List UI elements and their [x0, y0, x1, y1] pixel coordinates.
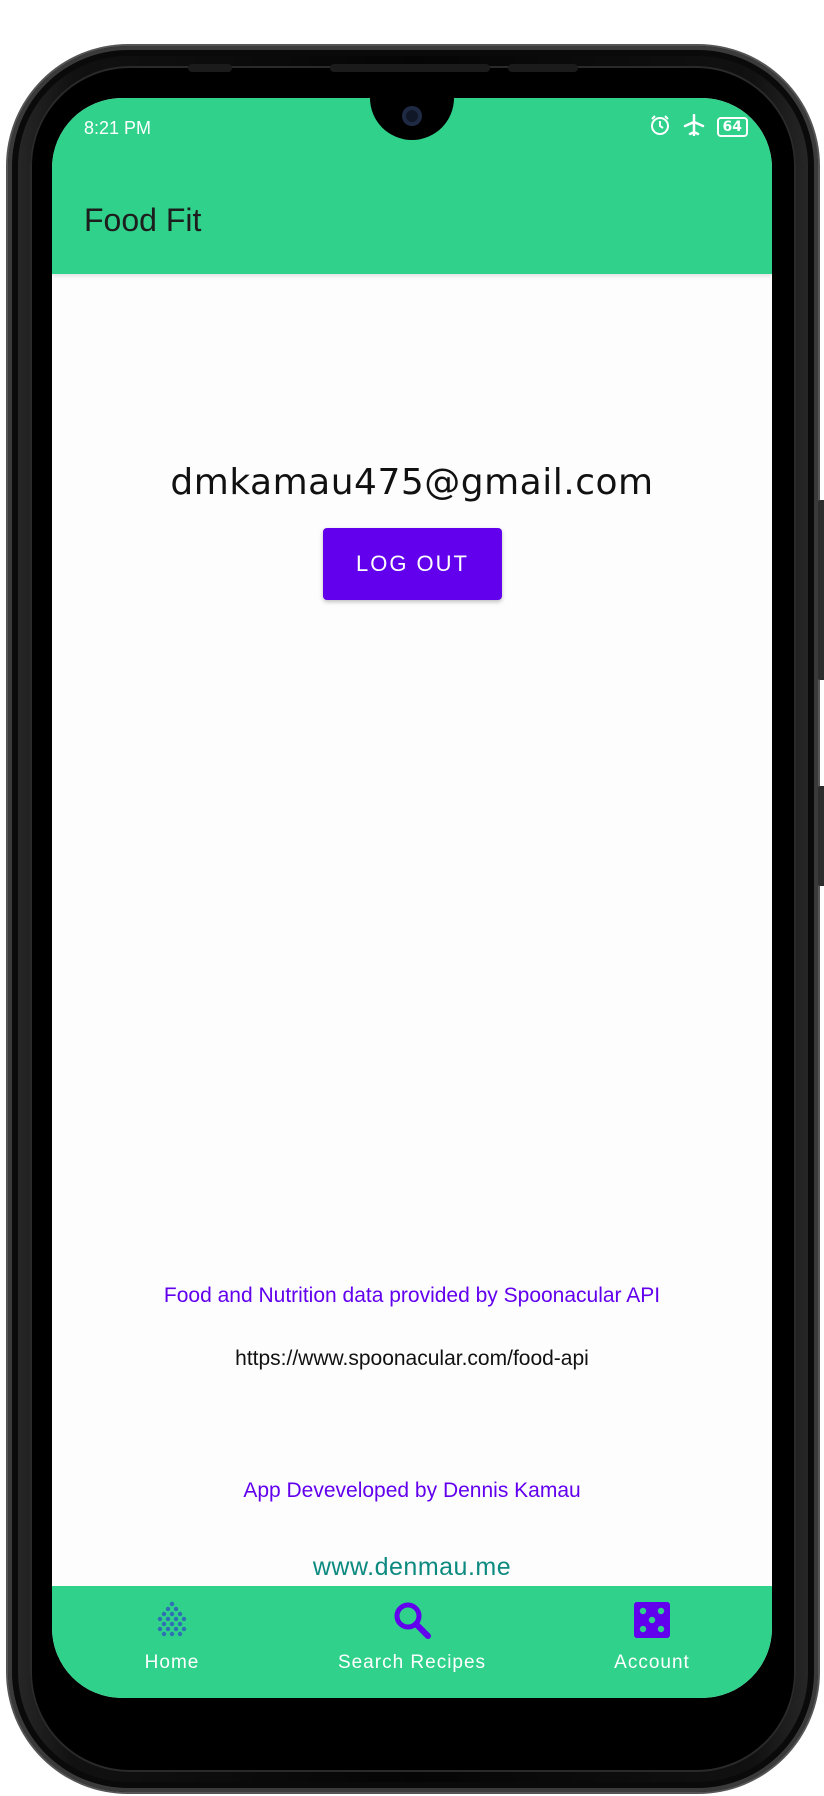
- sensor-right: [508, 64, 578, 72]
- power-button: [818, 786, 824, 886]
- sensor: [188, 64, 232, 72]
- nav-label-home: Home: [144, 1652, 200, 1673]
- nav-item-home[interactable]: Home: [52, 1586, 292, 1698]
- api-credit-text: Food and Nutrition data provided by Spoo…: [163, 1284, 661, 1307]
- search-icon: [390, 1598, 434, 1642]
- nav-item-account[interactable]: Account: [532, 1586, 772, 1698]
- nav-label-account: Account: [614, 1652, 690, 1673]
- airplane-icon: [683, 113, 705, 140]
- logout-button[interactable]: LOG OUT: [323, 528, 502, 600]
- alarm-icon: [649, 114, 671, 140]
- earpiece: [330, 64, 490, 72]
- developer-website-link[interactable]: www.denmau.me: [52, 1553, 772, 1582]
- status-icons: 64: [649, 113, 748, 140]
- diamond-dots-icon: [150, 1598, 194, 1642]
- screen: 8:21 PM 64 Food Fit dmkamau475@gmail.com…: [52, 98, 772, 1698]
- battery-indicator: 64: [716, 117, 748, 137]
- status-time: 8:21 PM: [84, 118, 152, 138]
- bottom-navigation: Home Search Recipes Account: [52, 1586, 772, 1698]
- api-url-link[interactable]: https://www.spoonacular.com/food-api: [52, 1347, 772, 1371]
- volume-button: [818, 500, 824, 680]
- camera-icon: [402, 106, 422, 126]
- app-title: Food Fit: [84, 202, 202, 238]
- dice-icon: [630, 1598, 674, 1642]
- developer-credit-text: App Deveveloped by Dennis Kamau: [243, 1479, 581, 1502]
- nav-item-search-recipes[interactable]: Search Recipes: [292, 1586, 532, 1698]
- user-email: dmkamau475@gmail.com: [170, 462, 654, 503]
- nav-label-search-recipes: Search Recipes: [337, 1652, 487, 1673]
